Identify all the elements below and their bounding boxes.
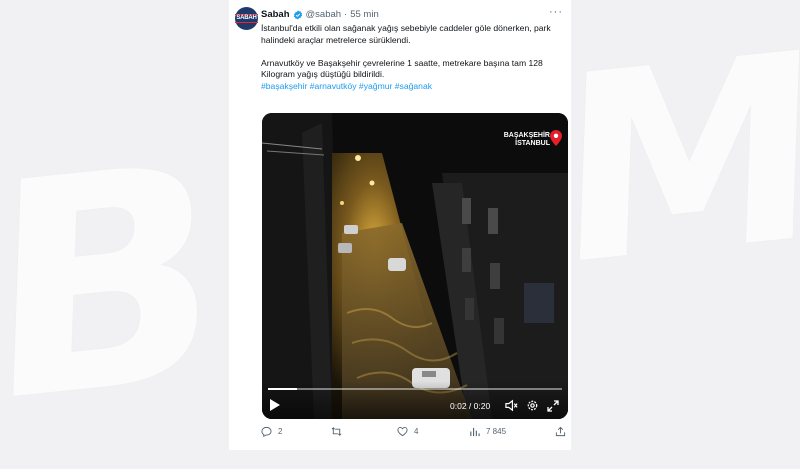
location-badge: BAŞAKŞEHİR İSTANBUL — [504, 132, 550, 148]
reply-icon — [261, 426, 272, 437]
views-count: 7 845 — [486, 427, 507, 436]
tweet-actions: 2 4 7 845 — [261, 426, 571, 440]
author-handle[interactable]: @sabah — [306, 9, 342, 20]
tweet-paragraph-2: Arnavutköy ve Başakşehir çevrelerine 1 s… — [261, 57, 543, 80]
reply-count: 2 — [278, 427, 283, 436]
video-progress-bar[interactable] — [268, 388, 562, 390]
tweet-paragraph-1: İstanbul'da etkili olan sağanak yağış se… — [261, 23, 551, 45]
retweet-action[interactable] — [331, 426, 348, 437]
avatar-logo-text: SABAH — [235, 14, 258, 23]
like-count: 4 — [414, 427, 419, 436]
location-pin-icon — [550, 130, 562, 146]
share-icon — [555, 426, 566, 437]
avatar[interactable]: SABAH — [235, 7, 258, 30]
video-player[interactable]: BAŞAKŞEHİR İSTANBUL 0:02 / 0:20 — [262, 113, 568, 419]
views-action[interactable]: 7 845 — [469, 426, 506, 437]
verified-badge-icon — [293, 9, 302, 20]
video-progress-fill — [268, 388, 298, 390]
tweet-card[interactable]: SABAH Sabah @sabah · 55 min ··· İstanbul… — [228, 0, 572, 450]
badge-line-1: BAŞAKŞEHİR — [503, 132, 550, 139]
more-options-icon[interactable]: ··· — [549, 6, 563, 18]
tweet-header: Sabah @sabah · 55 min — [261, 9, 379, 20]
settings-gear-icon[interactable] — [526, 399, 539, 412]
badge-line-2: İSTANBUL — [515, 140, 550, 147]
reply-action[interactable]: 2 — [261, 426, 282, 437]
background-watermark-letter: M — [553, 0, 800, 325]
tweet-timestamp[interactable]: 55 min — [350, 9, 379, 20]
dot-separator: · — [344, 9, 348, 20]
video-controls — [262, 381, 568, 419]
share-action[interactable] — [555, 426, 566, 437]
retweet-icon — [331, 427, 342, 436]
video-time: 0:02 / 0:20 — [450, 401, 491, 411]
background-watermark-letter: B — [0, 99, 216, 469]
video-frame-image — [262, 113, 568, 419]
tweet-text: İstanbul'da etkili olan sağanak yağış se… — [261, 23, 565, 93]
heart-icon — [397, 427, 408, 437]
hashtags[interactable]: #başakşehir #arnavutköy #yağmur #sağanak — [261, 81, 565, 93]
fullscreen-icon[interactable] — [547, 400, 559, 412]
author-name[interactable]: Sabah — [261, 9, 290, 20]
mute-icon[interactable] — [505, 399, 518, 412]
views-chart-icon — [470, 427, 480, 437]
play-icon[interactable] — [270, 399, 280, 411]
like-action[interactable]: 4 — [397, 426, 418, 437]
